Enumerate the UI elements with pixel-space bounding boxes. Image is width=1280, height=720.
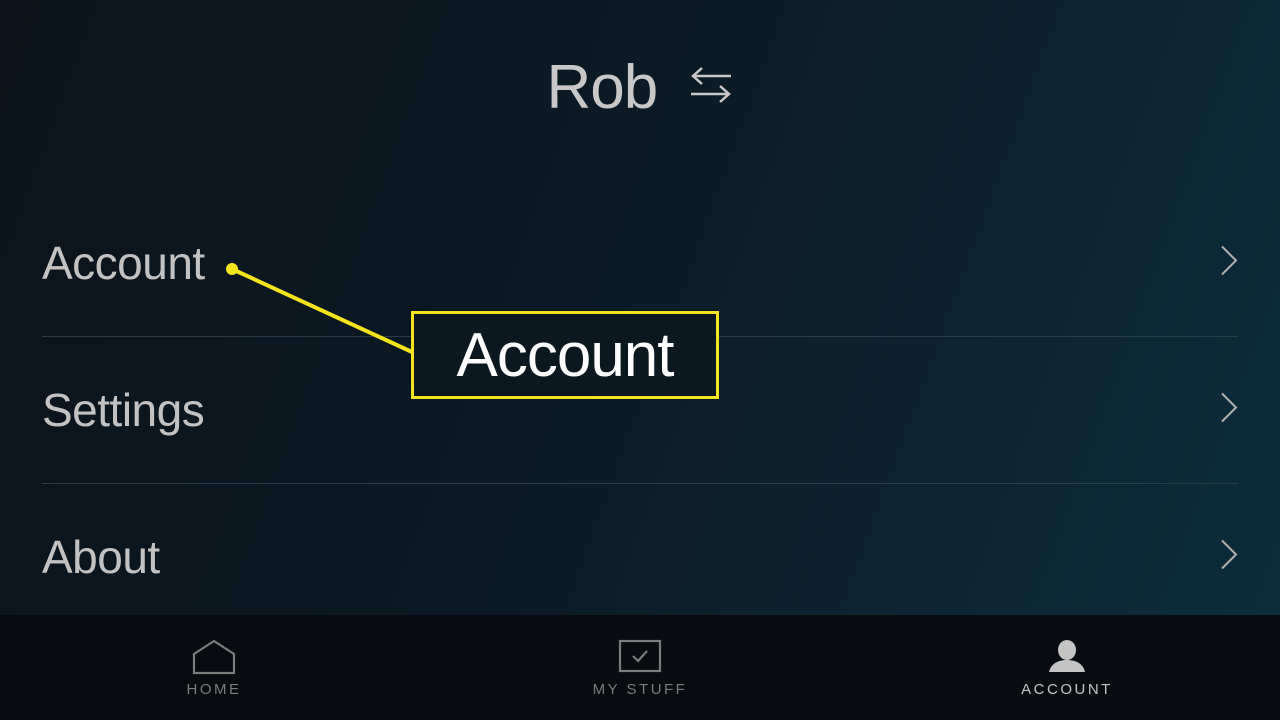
menu-item-about[interactable]: About <box>42 484 1238 630</box>
callout-annotation: Account <box>411 311 719 399</box>
chevron-right-icon <box>1220 245 1238 282</box>
tab-account[interactable]: ACCOUNT <box>947 615 1187 720</box>
swap-arrows-icon[interactable] <box>689 49 733 120</box>
person-icon <box>1047 639 1087 678</box>
tab-label: MY STUFF <box>592 681 688 698</box>
chevron-right-icon <box>1220 392 1238 429</box>
home-icon <box>191 639 237 680</box>
tab-label: ACCOUNT <box>1021 681 1113 698</box>
chevron-right-icon <box>1220 539 1238 576</box>
tab-my-stuff[interactable]: MY STUFF <box>520 615 760 720</box>
account-menu: Account Settings About <box>42 190 1238 630</box>
tab-label: HOME <box>186 681 242 698</box>
profile-header: Rob <box>0 48 1280 123</box>
bottom-tab-bar: HOME MY STUFF ACCOUNT <box>0 615 1280 720</box>
menu-item-label: Settings <box>42 384 205 436</box>
menu-item-label: Account <box>42 237 205 289</box>
checkbox-icon <box>618 639 662 678</box>
tab-home[interactable]: HOME <box>94 615 334 720</box>
account-screen: Rob Account Settings About <box>0 0 1280 615</box>
profile-name: Rob <box>546 53 659 123</box>
menu-item-label: About <box>42 531 160 583</box>
